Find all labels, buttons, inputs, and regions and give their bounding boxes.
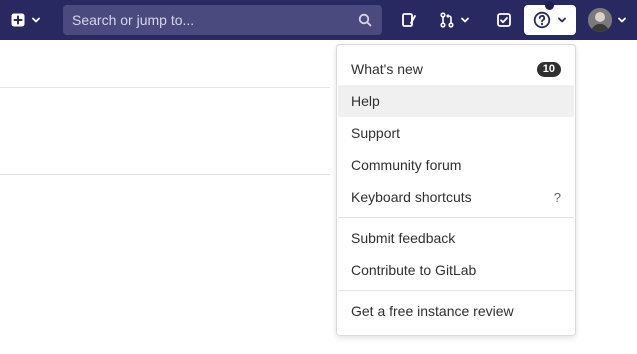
menu-item-label: Community forum [351, 157, 462, 173]
chevron-down-icon [618, 17, 626, 23]
todos-button[interactable] [490, 6, 518, 34]
menu-item-support[interactable]: Support [338, 117, 574, 149]
top-navbar: Search or jump to... [0, 0, 637, 40]
search-placeholder: Search or jump to... [72, 12, 195, 28]
help-dropdown-menu: What's new 10 Help Support Community for… [336, 44, 576, 336]
menu-divider [338, 217, 574, 218]
avatar[interactable] [588, 8, 612, 32]
user-photo-icon [588, 8, 612, 32]
menu-item-label: Get a free instance review [351, 303, 514, 319]
count-badge: 10 [536, 61, 561, 77]
issues-icon [402, 13, 416, 27]
chevron-down-icon [32, 17, 40, 23]
content-divider [0, 174, 330, 175]
menu-item-community-forum[interactable]: Community forum [338, 149, 574, 181]
menu-item-instance-review[interactable]: Get a free instance review [338, 295, 574, 327]
menu-item-keyboard-shortcuts[interactable]: Keyboard shortcuts ? [338, 181, 574, 213]
chevron-down-icon [558, 17, 566, 23]
search-input[interactable]: Search or jump to... [63, 5, 382, 35]
merge-request-icon [439, 12, 454, 28]
issues-button[interactable] [395, 6, 423, 34]
plus-square-icon [11, 13, 25, 27]
merge-requests-dropdown-button[interactable] [434, 6, 474, 34]
menu-item-contribute[interactable]: Contribute to GitLab [338, 254, 574, 286]
notification-dot [545, 1, 554, 10]
shortcut-key: ? [553, 189, 561, 205]
menu-item-label: Contribute to GitLab [351, 262, 477, 278]
menu-item-label: Keyboard shortcuts [351, 189, 472, 205]
menu-item-help[interactable]: Help [338, 85, 574, 117]
content-divider [0, 87, 330, 88]
menu-item-submit-feedback[interactable]: Submit feedback [338, 222, 574, 254]
menu-item-label: Help [351, 93, 380, 109]
menu-item-label: Submit feedback [351, 230, 456, 246]
menu-divider [338, 290, 574, 291]
chevron-down-icon [460, 17, 469, 23]
search-icon [358, 13, 372, 27]
question-circle-icon [533, 11, 551, 29]
new-dropdown-button[interactable] [6, 6, 46, 34]
menu-item-label: Support [351, 125, 401, 141]
menu-item-whats-new[interactable]: What's new 10 [338, 53, 574, 85]
menu-item-label: What's new [351, 61, 423, 77]
todo-check-icon [497, 13, 511, 27]
